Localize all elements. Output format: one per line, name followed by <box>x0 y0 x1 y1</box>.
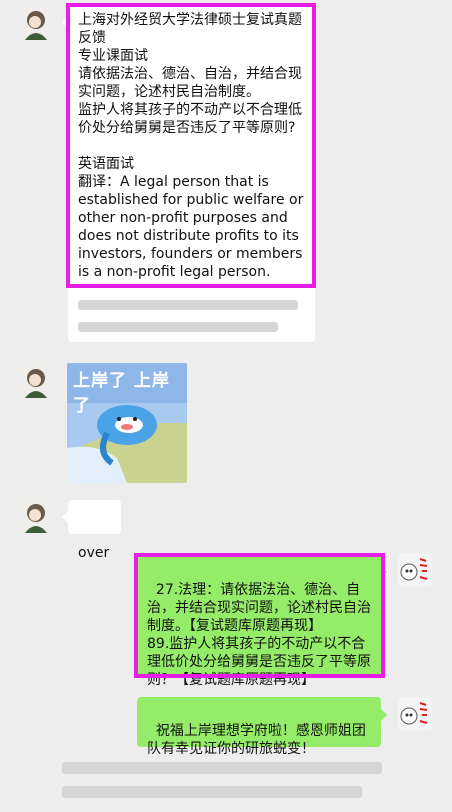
message-bubble[interactable]: over <box>68 500 121 561</box>
message-text: 27.法理：请依据法治、德治、自治，并结合现实问题，论述村民自治制度。【复试题库… <box>147 582 371 688</box>
bubble-tail <box>381 566 387 578</box>
my-avatar-image <box>398 553 432 587</box>
bubble-tail <box>381 709 387 721</box>
my-avatar-image <box>398 697 432 731</box>
contact-avatar-image <box>19 6 53 40</box>
contact-avatar[interactable] <box>19 364 53 398</box>
message-bubble[interactable]: 27.法理：请依据法治、德治、自治，并结合现实问题，论述村民自治制度。【复试题库… <box>137 555 381 688</box>
message-text: 上海对外经贸大学法律硕士复试真题反馈 专业课面试 请依据法治、德治、自治，并结合… <box>78 12 304 280</box>
my-avatar[interactable] <box>398 697 432 731</box>
contact-avatar-image <box>19 499 53 533</box>
contact-avatar[interactable] <box>19 499 53 533</box>
message-text: 祝福上岸理想学府啦！感恩师姐团队有幸见证你的研旅蜕变！ <box>147 723 366 757</box>
contact-avatar[interactable] <box>19 6 53 40</box>
sticker-image[interactable]: 上岸了 上岸了 <box>67 363 187 483</box>
sticker-caption: 上岸了 上岸了 <box>73 371 170 416</box>
message-bubble[interactable]: 祝福上岸理想学府啦！感恩师姐团队有幸见证你的研旅蜕变！ <box>137 697 381 757</box>
contact-avatar-image <box>19 364 53 398</box>
message-text: over <box>78 545 110 561</box>
my-avatar[interactable] <box>398 553 432 587</box>
